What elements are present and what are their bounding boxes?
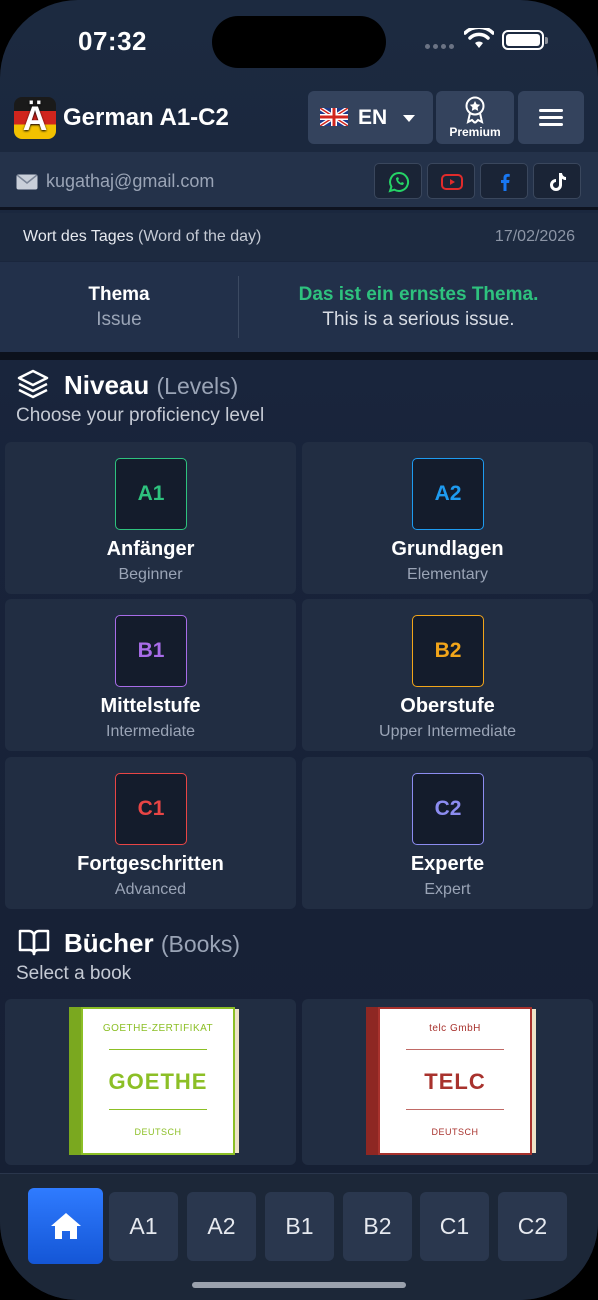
menu-button[interactable]: [518, 91, 584, 144]
level-name: Experte: [410, 853, 485, 875]
tab-b2[interactable]: B2: [343, 1192, 412, 1261]
book-cover: telc GmbH TELC DEUTSCH: [366, 1007, 536, 1155]
word-german: Thema: [88, 284, 150, 305]
level-badge: A2: [412, 458, 484, 530]
facebook-button[interactable]: [480, 163, 528, 199]
premium-label: Premium: [449, 125, 501, 139]
premium-badge-icon: [465, 96, 485, 124]
book-publisher: GOETHE-ZERTIFIKAT: [102, 1023, 214, 1034]
word-of-day-header: Wort des Tages (Word of the day) 17/02/2…: [0, 213, 598, 261]
level-badge: B1: [115, 615, 187, 687]
level-name: Fortgeschritten: [77, 853, 224, 875]
level-english: Advanced: [114, 881, 187, 898]
level-card-a2[interactable]: A2 Grundlagen Elementary: [302, 442, 593, 594]
premium-button[interactable]: Premium: [436, 91, 514, 144]
book-card-telc[interactable]: telc GmbH TELC DEUTSCH: [302, 999, 593, 1165]
book-cover: GOETHE-ZERTIFIKAT GOETHE DEUTSCH: [69, 1007, 239, 1155]
level-name: Grundlagen: [391, 538, 504, 560]
tiktok-icon: [550, 173, 566, 191]
level-name: Mittelstufe: [100, 695, 201, 717]
level-name: Oberstufe: [400, 695, 495, 717]
tab-a2[interactable]: A2: [187, 1192, 256, 1261]
level-english: Intermediate: [106, 723, 195, 740]
tiktok-button[interactable]: [533, 163, 581, 199]
book-publisher: telc GmbH: [429, 1023, 481, 1034]
book-language: DEUTSCH: [431, 1127, 479, 1137]
level-badge: C1: [115, 773, 187, 845]
book-language: DEUTSCH: [134, 1127, 182, 1137]
tab-b1[interactable]: B1: [265, 1192, 334, 1261]
youtube-button[interactable]: [427, 163, 475, 199]
language-code: EN: [358, 106, 388, 129]
tab-a1[interactable]: A1: [109, 1192, 178, 1261]
level-english: Beginner: [118, 566, 183, 583]
mail-icon: [16, 174, 38, 190]
level-card-c2[interactable]: C2 Experte Expert: [302, 757, 593, 909]
sentence-english: This is a serious issue.: [322, 309, 515, 330]
word-english: Issue: [96, 309, 142, 330]
tab-c1[interactable]: C1: [420, 1192, 489, 1261]
books-title: Bücher (Books): [64, 928, 241, 958]
account-email: kugathaj@gmail.com: [46, 171, 215, 191]
account-bar: kugathaj@gmail.com: [0, 152, 598, 210]
book-name: TELC: [424, 1069, 486, 1094]
book-card-goethe[interactable]: GOETHE-ZERTIFIKAT GOETHE DEUTSCH: [5, 999, 296, 1165]
word-of-day-label: Wort des Tages (Word of the day): [23, 228, 262, 245]
tab-home[interactable]: [28, 1188, 103, 1264]
app-logo: Ä: [14, 97, 56, 139]
facebook-icon: [501, 173, 510, 191]
app-header: Ä German A1-C2 EN Premium: [0, 84, 598, 152]
level-card-c1[interactable]: C1 Fortgeschritten Advanced: [5, 757, 296, 909]
level-badge: B2: [412, 615, 484, 687]
chevron-down-icon: [403, 115, 415, 122]
book-name: GOETHE: [108, 1069, 208, 1094]
level-english: Elementary: [407, 566, 488, 583]
wifi-icon: [464, 28, 494, 48]
youtube-icon: [441, 174, 463, 190]
whatsapp-icon: [388, 171, 410, 193]
home-indicator: [192, 1282, 406, 1288]
section-separator: [0, 352, 598, 360]
word-of-day-date: 17/02/2026: [494, 228, 575, 245]
level-card-b2[interactable]: B2 Oberstufe Upper Intermediate: [302, 599, 593, 751]
app-screen: 07:32 Ä German A1-C2 EN Premium kugathaj…: [0, 0, 598, 1300]
level-card-a1[interactable]: A1 Anfänger Beginner: [5, 442, 296, 594]
layers-icon: [17, 369, 49, 399]
battery-icon: [502, 30, 548, 50]
level-badge: A1: [115, 458, 187, 530]
bottom-tab-bar: A1 A2 B1 B2 C1 C2: [0, 1173, 598, 1300]
tab-c2[interactable]: C2: [498, 1192, 567, 1261]
dynamic-island: [212, 16, 386, 68]
levels-title: Niveau (Levels): [64, 370, 239, 400]
language-selector[interactable]: EN: [308, 91, 433, 144]
books-subtitle: Select a book: [16, 963, 132, 984]
signal-icon: [425, 44, 454, 49]
app-title: German A1-C2: [63, 104, 229, 131]
book-icon: [18, 929, 50, 956]
status-bar: 07:32: [0, 0, 598, 84]
flag-uk-icon: [320, 108, 348, 126]
level-badge: C2: [412, 773, 484, 845]
status-time: 07:32: [78, 26, 147, 56]
whatsapp-button[interactable]: [374, 163, 422, 199]
level-english: Expert: [424, 881, 471, 898]
levels-subtitle: Choose your proficiency level: [16, 405, 265, 426]
level-name: Anfänger: [106, 538, 195, 560]
level-card-b1[interactable]: B1 Mittelstufe Intermediate: [5, 599, 296, 751]
word-of-day-card[interactable]: Thema Issue Das ist ein ernstes Thema. T…: [0, 262, 598, 352]
home-icon: [50, 1213, 81, 1239]
level-english: Upper Intermediate: [379, 723, 516, 740]
sentence-german: Das ist ein ernstes Thema.: [298, 284, 539, 305]
